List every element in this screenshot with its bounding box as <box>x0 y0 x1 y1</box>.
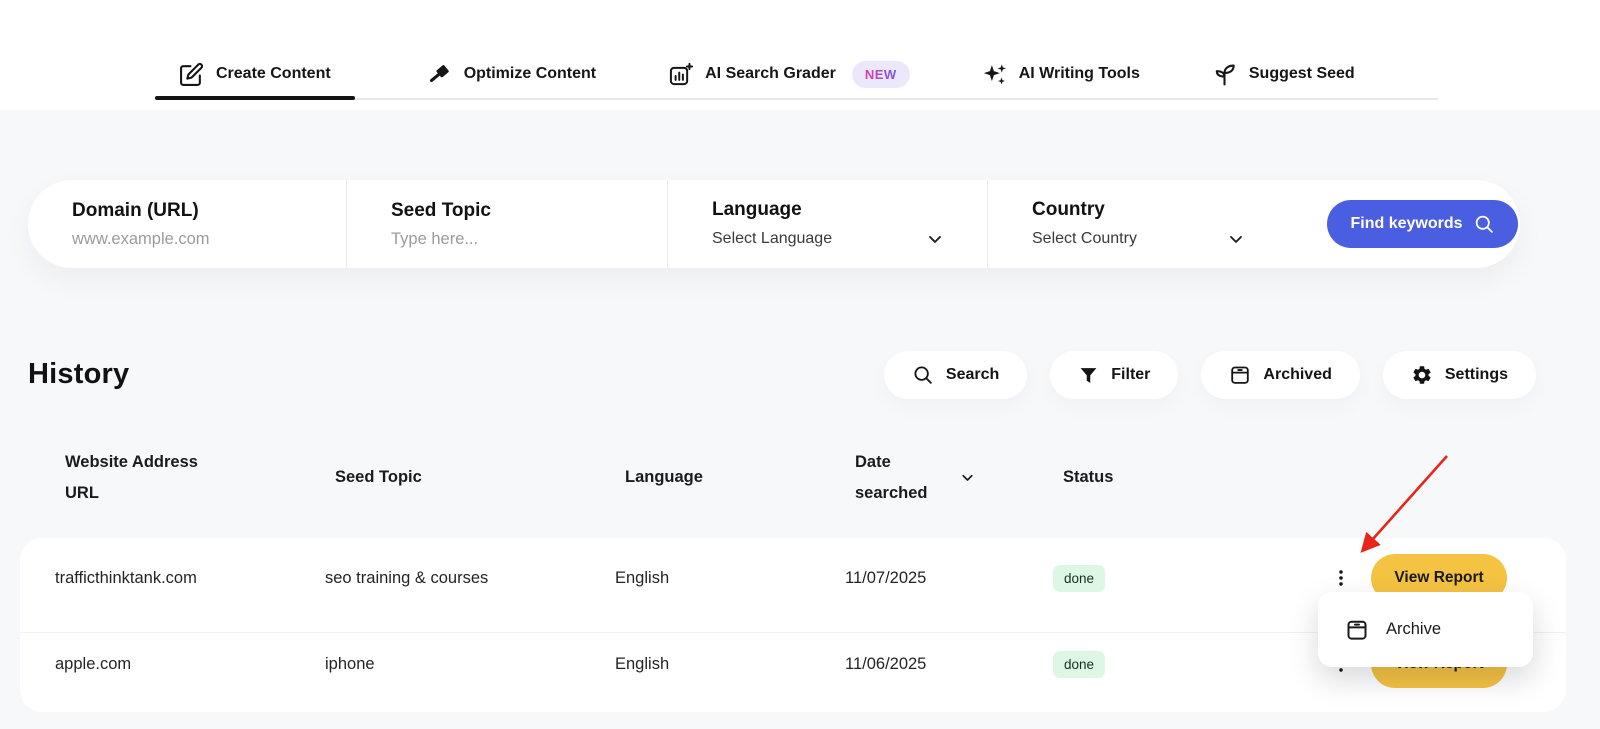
tab-label: AI Search Grader <box>705 65 836 83</box>
find-keywords-label: Find keywords <box>1350 215 1462 233</box>
seedling-icon <box>1212 62 1237 87</box>
cell-seed-topic: iphone <box>325 655 615 674</box>
cell-language: English <box>615 569 845 588</box>
new-badge: NEW <box>852 61 910 88</box>
domain-field-group: Domain (URL) <box>28 180 347 268</box>
tab-optimize-content[interactable]: Optimize Content <box>427 62 596 87</box>
gear-icon <box>1411 364 1433 386</box>
history-title: History <box>28 358 129 391</box>
search-icon <box>912 364 934 386</box>
language-select-value: Select Language <box>712 230 832 248</box>
tab-suggest-seed[interactable]: Suggest Seed <box>1212 62 1355 87</box>
history-actions: Search Filter Archived Settings <box>884 351 1536 399</box>
country-select-value: Select Country <box>1032 230 1137 248</box>
column-header-date-searched[interactable]: Date searched <box>855 447 1063 508</box>
country-select[interactable]: Select Country <box>1032 229 1288 249</box>
domain-input[interactable] <box>72 230 302 249</box>
archive-icon <box>1229 364 1251 386</box>
tab-label: Suggest Seed <box>1249 65 1355 83</box>
settings-button[interactable]: Settings <box>1383 351 1536 399</box>
tab-label: AI Writing Tools <box>1019 65 1140 83</box>
tab-ai-writing-tools[interactable]: AI Writing Tools <box>982 62 1140 87</box>
chevron-down-icon <box>925 229 945 249</box>
seed-topic-input[interactable] <box>391 230 621 249</box>
menu-item-label: Archive <box>1386 620 1441 639</box>
seed-topic-field-group: Seed Topic <box>347 180 668 268</box>
hammer-icon <box>427 62 452 87</box>
row-context-menu: Archive <box>1318 592 1533 667</box>
tab-label: Optimize Content <box>464 65 596 83</box>
search-button[interactable]: Search <box>884 351 1027 399</box>
menu-item-archive[interactable]: Archive <box>1345 618 1441 642</box>
status-badge: done <box>1053 565 1105 592</box>
archived-button-label: Archived <box>1263 366 1331 384</box>
column-header-url: Website Address URL <box>65 447 230 508</box>
filter-button-label: Filter <box>1111 366 1150 384</box>
country-label: Country <box>1032 199 1288 221</box>
language-field-group: Language Select Language <box>668 180 988 268</box>
row-menu-button[interactable] <box>1330 563 1352 593</box>
edit-icon <box>179 62 204 87</box>
search-button-label: Search <box>946 366 999 384</box>
status-badge: done <box>1053 651 1105 678</box>
cell-date: 11/06/2025 <box>845 655 1053 674</box>
cell-date: 11/07/2025 <box>845 569 1053 588</box>
search-grader-icon <box>668 62 693 87</box>
archive-icon <box>1345 618 1369 642</box>
kebab-menu-icon <box>1330 564 1352 592</box>
sort-chevron-down-icon <box>959 469 976 486</box>
column-header-language: Language <box>625 468 855 487</box>
chevron-down-icon <box>1226 229 1246 249</box>
column-header-status: Status <box>1063 468 1325 487</box>
keyword-search-bar: Domain (URL) Seed Topic Language Select … <box>28 180 1520 268</box>
column-header-seed-topic: Seed Topic <box>335 468 625 487</box>
settings-button-label: Settings <box>1445 366 1508 384</box>
sparkles-icon <box>982 62 1007 87</box>
filter-icon <box>1078 365 1099 386</box>
seed-topic-label: Seed Topic <box>391 200 667 222</box>
language-label: Language <box>712 199 987 221</box>
tab-bar: Create Content Optimize Content AI Searc… <box>155 50 1355 98</box>
cell-url: trafficthinktank.com <box>55 569 325 588</box>
domain-label: Domain (URL) <box>72 200 346 222</box>
language-select[interactable]: Select Language <box>712 229 987 249</box>
cell-seed-topic: seo training & courses <box>325 569 615 588</box>
cell-language: English <box>615 655 845 674</box>
search-icon <box>1474 214 1495 235</box>
find-keywords-button[interactable]: Find keywords <box>1327 200 1518 248</box>
tab-label: Create Content <box>216 65 331 83</box>
history-table-header: Website Address URL Seed Topic Language … <box>20 440 1566 515</box>
country-field-group: Country Select Country <box>988 180 1288 268</box>
cell-url: apple.com <box>55 655 325 674</box>
filter-button[interactable]: Filter <box>1050 351 1178 399</box>
archived-button[interactable]: Archived <box>1201 351 1359 399</box>
tab-ai-search-grader[interactable]: AI Search Grader NEW <box>668 61 910 88</box>
tab-create-content[interactable]: Create Content <box>155 62 355 87</box>
